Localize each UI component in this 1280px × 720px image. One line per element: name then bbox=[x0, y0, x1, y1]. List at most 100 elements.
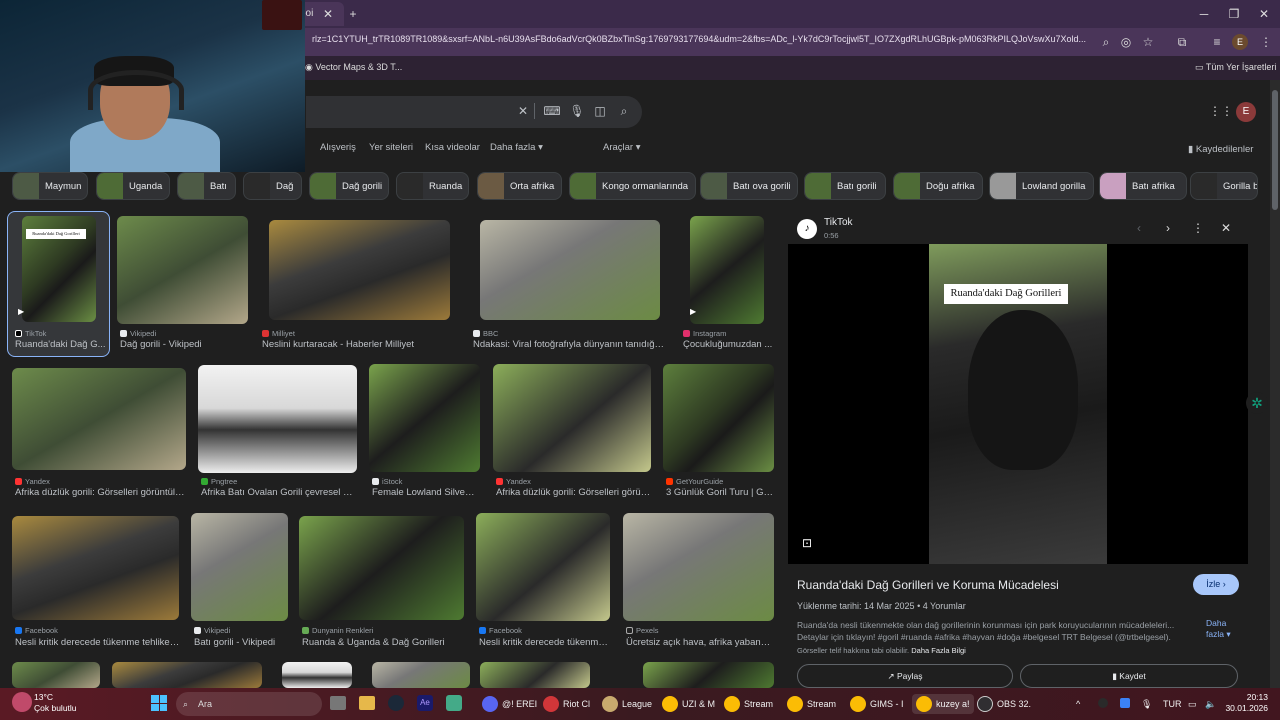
taskbar-app-league[interactable]: League bbox=[602, 694, 652, 714]
taskbar-search[interactable]: ⌕ Ara bbox=[176, 692, 322, 716]
clock[interactable]: 20:13 30.01.2026 bbox=[1224, 692, 1268, 714]
chip-orta-afrika[interactable]: Orta afrika bbox=[477, 172, 562, 200]
all-bookmarks[interactable]: ▭ Tüm Yer İşaretleri bbox=[1195, 60, 1276, 74]
menu-icon[interactable]: ⋮ bbox=[1256, 32, 1276, 52]
chip-ruanda[interactable]: Ruanda bbox=[396, 172, 469, 200]
result-caption[interactable]: Çocukluğumuzdan ... bbox=[683, 339, 773, 350]
more-options-icon[interactable]: ⋮ bbox=[1188, 218, 1208, 238]
tray-icon[interactable] bbox=[1120, 698, 1130, 708]
chatgpt-extension-icon[interactable]: ✲ bbox=[1246, 392, 1268, 414]
windows-start-icon[interactable] bbox=[151, 695, 167, 711]
maximize-icon[interactable]: ❐ bbox=[1224, 4, 1244, 24]
result-image[interactable] bbox=[191, 513, 288, 621]
tray-icon[interactable] bbox=[1098, 698, 1108, 708]
result-image[interactable] bbox=[369, 364, 480, 472]
result-image[interactable] bbox=[282, 662, 352, 688]
chip-bati[interactable]: Batı bbox=[177, 172, 236, 200]
profile-avatar[interactable]: E bbox=[1232, 34, 1248, 50]
result-image[interactable] bbox=[299, 516, 464, 620]
close-tab-icon[interactable]: ✕ bbox=[318, 4, 338, 24]
minimize-icon[interactable]: ─ bbox=[1194, 4, 1214, 24]
url-field[interactable]: rlz=1C1YTUH_trTR1089TR1089&sxsrf=ANbL-n6… bbox=[312, 34, 1092, 50]
chip-kongo[interactable]: Kongo ormanlarında bbox=[569, 172, 696, 200]
result-caption[interactable]: Afrika Batı Ovalan Gorili çevresel Ha... bbox=[201, 487, 356, 498]
result-caption[interactable]: 3 Günlük Goril Turu | Ge... bbox=[666, 487, 774, 498]
result-caption[interactable]: Ruanda & Uganda & Dağ Gorilleri bbox=[302, 637, 467, 648]
chip-gorilla-b[interactable]: Gorilla b bbox=[1190, 172, 1258, 200]
steam-icon[interactable] bbox=[388, 695, 404, 711]
result-image[interactable] bbox=[12, 516, 179, 620]
chip-uganda[interactable]: Uganda bbox=[96, 172, 170, 200]
result-image[interactable] bbox=[372, 662, 470, 688]
microphone-icon[interactable]: 🎙 bbox=[567, 101, 587, 121]
result-image[interactable] bbox=[112, 662, 262, 688]
lens-search-icon[interactable]: ⊡ bbox=[797, 533, 817, 553]
new-tab-icon[interactable]: + bbox=[343, 4, 363, 24]
result-caption[interactable]: Nesli kritik derecede tükenme ... bbox=[479, 637, 611, 648]
taskbar-app-chrome-2[interactable]: Stream bbox=[724, 694, 773, 714]
language-indicator[interactable]: TUR bbox=[1163, 694, 1182, 714]
extensions-icon[interactable]: ⧉ bbox=[1172, 32, 1192, 52]
eye-off-icon[interactable]: ◎ bbox=[1116, 32, 1136, 52]
taskbar-app-chrome-1[interactable]: UZI & M bbox=[662, 694, 715, 714]
previous-icon[interactable]: ‹ bbox=[1129, 218, 1149, 238]
panel-source[interactable]: TikTok bbox=[824, 217, 853, 228]
close-window-icon[interactable]: ✕ bbox=[1254, 4, 1274, 24]
star-icon[interactable]: ☆ bbox=[1138, 32, 1158, 52]
taskbar-app-chrome-active[interactable]: kuzey a! bbox=[912, 694, 974, 714]
weather-icon[interactable] bbox=[12, 692, 32, 712]
weather-widget[interactable]: 13°C Çok bulutlu bbox=[34, 692, 77, 714]
scrollbar-thumb[interactable] bbox=[1272, 90, 1278, 210]
chip-bati-afrika[interactable]: Batı afrika bbox=[1099, 172, 1187, 200]
more-link[interactable]: Daha fazla ▾ bbox=[1206, 618, 1236, 640]
result-image[interactable] bbox=[480, 662, 590, 688]
result-image[interactable] bbox=[643, 662, 774, 688]
tray-overflow-icon[interactable]: ^ bbox=[1076, 694, 1080, 714]
result-image[interactable] bbox=[12, 662, 100, 688]
result-caption[interactable]: Ücretsiz açık hava, afrika yaban h... bbox=[626, 637, 771, 648]
chip-lowland-gorilla[interactable]: Lowland gorilla bbox=[989, 172, 1094, 200]
apps-grid-icon[interactable]: ⋮⋮ bbox=[1209, 101, 1233, 121]
volume-icon[interactable]: 🔈 bbox=[1205, 694, 1216, 714]
share-button[interactable]: ↗ Paylaş bbox=[797, 664, 1013, 688]
taskbar-app-obs[interactable]: OBS 32. bbox=[977, 694, 1031, 714]
nav-tools[interactable]: Araçlar ▾ bbox=[603, 142, 641, 154]
search-icon[interactable]: ⌕ bbox=[1096, 32, 1116, 52]
result-caption[interactable]: Ndakasi: Viral fotoğrafıyla dünyanın tan… bbox=[473, 339, 665, 350]
search-icon[interactable]: ⌕ bbox=[614, 101, 634, 121]
file-explorer-icon[interactable] bbox=[359, 696, 375, 710]
result-caption[interactable]: Female Lowland Silverb... bbox=[372, 487, 477, 498]
result-image[interactable] bbox=[690, 216, 764, 324]
chip-bati-ova-gorili[interactable]: Batı ova gorili bbox=[700, 172, 798, 200]
result-caption[interactable]: Dağ gorili - Vikipedi bbox=[120, 339, 250, 350]
taskbar-app-chrome-3[interactable]: Stream bbox=[787, 694, 836, 714]
result-caption[interactable]: Neslini kurtaracak - Haberler Milliyet bbox=[262, 339, 457, 350]
result-image[interactable] bbox=[663, 364, 774, 472]
lens-icon[interactable]: ◫ bbox=[590, 101, 610, 121]
after-effects-icon[interactable]: Ae bbox=[417, 695, 433, 711]
nav-more[interactable]: Daha fazla ▾ bbox=[490, 142, 543, 154]
app-icon[interactable] bbox=[446, 695, 462, 711]
google-account-avatar[interactable]: E bbox=[1236, 102, 1256, 122]
close-icon[interactable]: ✕ bbox=[1216, 218, 1236, 238]
microphone-tray-icon[interactable]: 🎙 bbox=[1141, 694, 1152, 714]
result-image[interactable] bbox=[493, 364, 651, 472]
saved-link[interactable]: ▮ Kaydedilenler bbox=[1188, 144, 1253, 156]
network-icon[interactable]: ▭ bbox=[1188, 694, 1197, 714]
nav-places[interactable]: Yer siteleri bbox=[369, 142, 413, 154]
result-image[interactable] bbox=[480, 220, 660, 320]
next-icon[interactable]: › bbox=[1158, 218, 1178, 238]
panel-title[interactable]: Ruanda'daki Dağ Gorilleri ve Koruma Müca… bbox=[797, 578, 1059, 592]
task-view-icon[interactable] bbox=[330, 696, 346, 710]
result-caption[interactable]: Afrika düzlük gorili: Görselleri görünt.… bbox=[496, 487, 651, 498]
nav-shopping[interactable]: Alışveriş bbox=[320, 142, 356, 154]
keyboard-icon[interactable]: ⌨ bbox=[542, 101, 562, 121]
chip-dag-gorili[interactable]: Dağ gorili bbox=[309, 172, 389, 200]
clear-icon[interactable]: ✕ bbox=[513, 101, 533, 121]
bookmark-item[interactable]: ◉ Vector Maps & 3D T... bbox=[305, 60, 402, 74]
result-caption[interactable]: Nesli kritik derecede tükenme tehlikes..… bbox=[15, 637, 180, 648]
result-image[interactable] bbox=[198, 365, 357, 473]
chip-dogu-afrika[interactable]: Doğu afrika bbox=[893, 172, 983, 200]
watch-button[interactable]: İzle › bbox=[1193, 574, 1239, 595]
result-image[interactable] bbox=[269, 220, 450, 320]
